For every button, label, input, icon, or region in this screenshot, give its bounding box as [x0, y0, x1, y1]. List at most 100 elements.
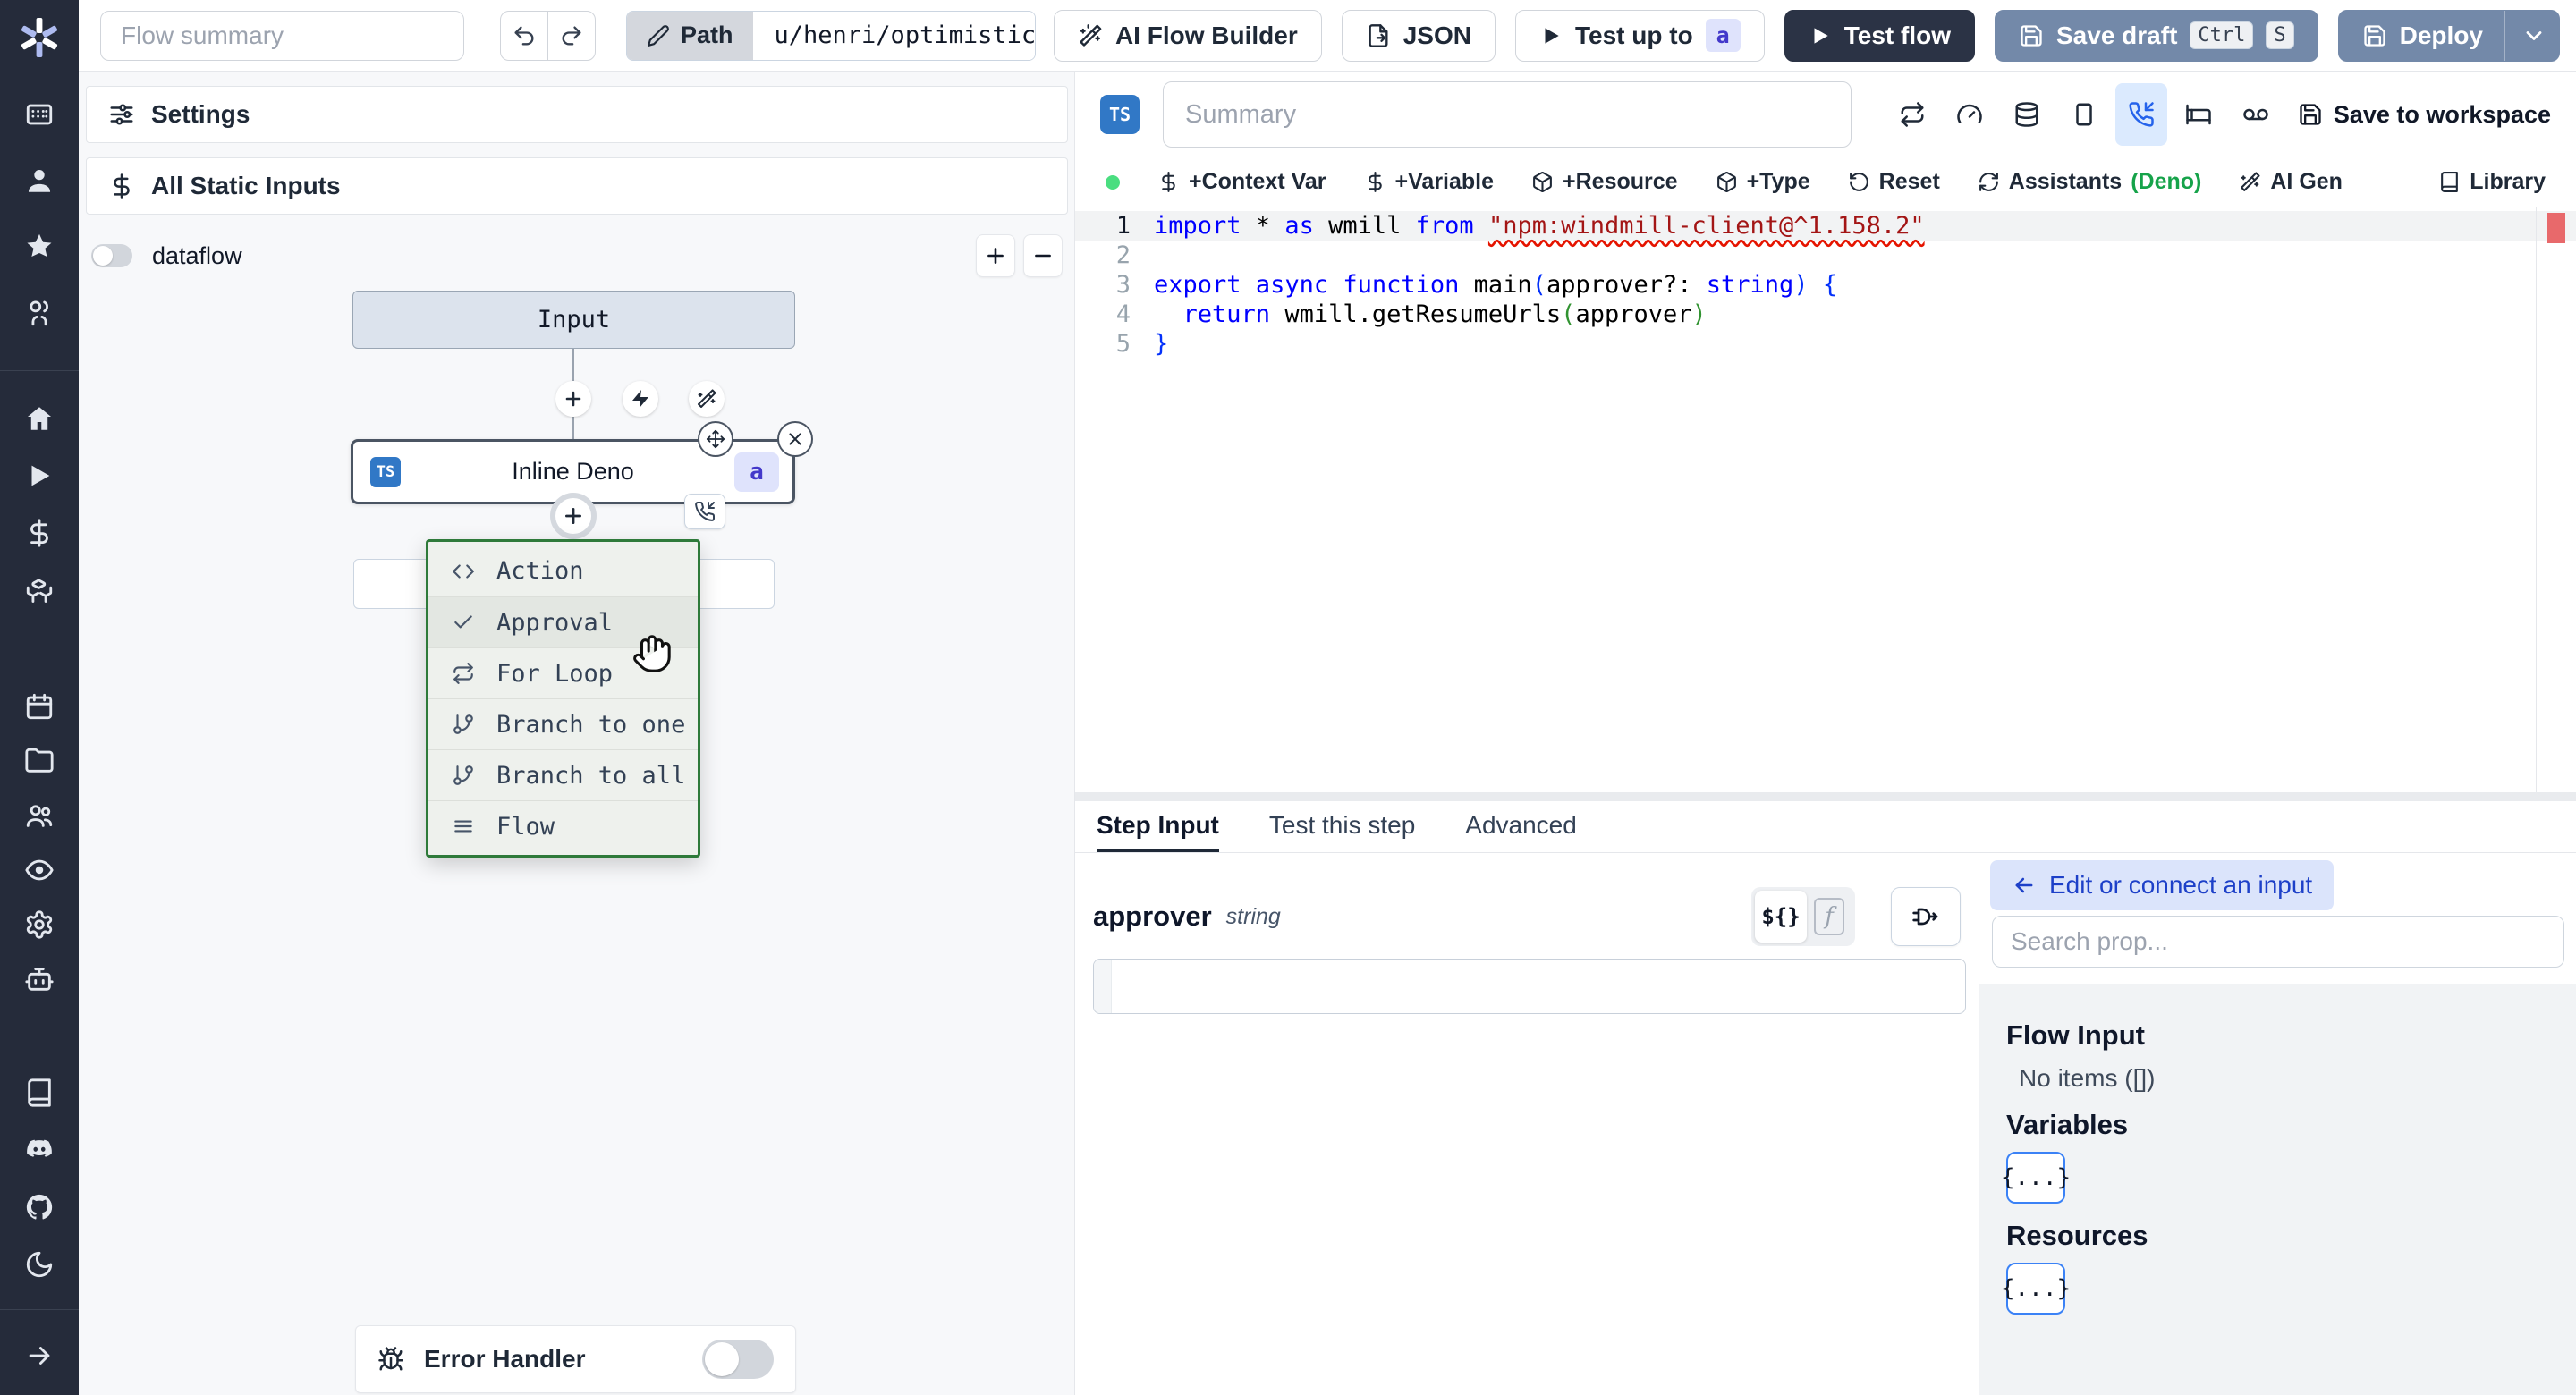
- error-handler-card[interactable]: Error Handler: [355, 1325, 796, 1393]
- menu-item-branch-to-all[interactable]: Branch to all: [428, 749, 698, 800]
- action--type[interactable]: +Type: [1716, 169, 1810, 195]
- menu-item-branch-to-one[interactable]: Branch to one: [428, 698, 698, 749]
- error-handler-toggle[interactable]: [702, 1340, 774, 1379]
- flow-settings-button[interactable]: Settings: [86, 86, 1068, 143]
- action-ai-gen[interactable]: AI Gen: [2239, 169, 2343, 195]
- menu-item-approval[interactable]: Approval: [428, 596, 698, 647]
- typescript-icon: TS: [1100, 95, 1140, 134]
- rail-calendar-button[interactable]: [20, 687, 59, 726]
- rail-moon-button[interactable]: [20, 1245, 59, 1284]
- windmill-logo-icon[interactable]: [18, 14, 61, 57]
- wand-icon: [1080, 23, 1102, 46]
- redo-button[interactable]: [547, 10, 596, 61]
- edit-or-connect-button[interactable]: Edit or connect an input: [1990, 860, 2334, 910]
- code-line-5[interactable]: 5}: [1075, 329, 2576, 359]
- plus-icon: [565, 508, 581, 524]
- save-to-workspace-button[interactable]: Save to workspace: [2298, 101, 2551, 129]
- rail-team-button[interactable]: [20, 293, 59, 333]
- delete-step-button[interactable]: [777, 421, 813, 457]
- apps-icon: [26, 104, 53, 125]
- action-reset[interactable]: Reset: [1848, 169, 1940, 195]
- top-bar: Path u/henri/optimistic_flow AI Flow Bui…: [79, 0, 2576, 72]
- move-step-button[interactable]: [698, 421, 733, 457]
- menu-item-action[interactable]: Action: [428, 545, 698, 596]
- rail-discord-button[interactable]: [20, 1130, 59, 1170]
- input-node[interactable]: Input: [352, 291, 795, 349]
- rail-expand-button[interactable]: [20, 1336, 59, 1375]
- deploy-button[interactable]: Deploy: [2337, 9, 2560, 62]
- rail-play-button[interactable]: [20, 456, 59, 495]
- test-flow-button[interactable]: Test flow: [1784, 9, 1975, 62]
- rail-group-button[interactable]: [20, 796, 59, 835]
- template-mode-button[interactable]: ${}: [1755, 891, 1807, 943]
- add-step-button[interactable]: [550, 493, 597, 539]
- editor-gauge-button[interactable]: [1944, 83, 1996, 146]
- zoom-in-button[interactable]: [976, 234, 1015, 277]
- library-button[interactable]: Library: [2438, 169, 2546, 195]
- search-prop-input[interactable]: [1992, 916, 2564, 968]
- editor-bed-button[interactable]: [2173, 83, 2224, 146]
- rail-boxes-button[interactable]: [20, 571, 59, 610]
- panel-resize-handle[interactable]: [1075, 792, 2576, 801]
- boxes-icon: [26, 579, 53, 603]
- step-summary-input[interactable]: [1163, 81, 1852, 148]
- code-line-2[interactable]: 2: [1075, 241, 2576, 270]
- topbar-actions: AI Flow Builder JSON Test up to a Test f…: [1053, 9, 2560, 62]
- insert-step-button[interactable]: [555, 381, 591, 417]
- action-assistants[interactable]: Assistants (Deno): [1978, 169, 2201, 195]
- chevron-down-icon[interactable]: [2521, 23, 2546, 48]
- menu-item-flow[interactable]: Flow: [428, 800, 698, 851]
- book-icon: [2441, 172, 2459, 192]
- rail-dollar-button[interactable]: [20, 513, 59, 553]
- action--variable[interactable]: +Variable: [1364, 169, 1494, 195]
- menu-item-for-loop[interactable]: For Loop: [428, 647, 698, 698]
- tab-test-this-step[interactable]: Test this step: [1269, 801, 1415, 852]
- rail-user-button[interactable]: [20, 161, 59, 200]
- rail-bot-button[interactable]: [20, 960, 59, 999]
- editor-database-button[interactable]: [2001, 83, 2053, 146]
- zoom-out-button[interactable]: [1023, 234, 1063, 277]
- rail-book-button[interactable]: [20, 1073, 59, 1112]
- resources-object-chip[interactable]: {...}: [2001, 1263, 2071, 1315]
- connect-input-button[interactable]: [1891, 887, 1961, 946]
- rail-star-button[interactable]: [20, 227, 59, 266]
- ai-flow-builder-button[interactable]: AI Flow Builder: [1053, 9, 1322, 62]
- ai-insert-button[interactable]: [689, 381, 724, 417]
- variables-object-chip[interactable]: {...}: [2001, 1152, 2071, 1204]
- code-line-4[interactable]: 4 return wmill.getResumeUrls(approver): [1075, 300, 2576, 329]
- code-line-1[interactable]: 1 import * as wmill from "npm:windmill-cl…: [1075, 211, 2576, 241]
- editor-scrollbar[interactable]: [2536, 207, 2537, 792]
- test-up-to-button[interactable]: Test up to a: [1514, 9, 1765, 62]
- rail-github-button[interactable]: [20, 1188, 59, 1227]
- undo-button[interactable]: [500, 10, 548, 61]
- editor-phone-incoming-button[interactable]: [2114, 83, 2167, 146]
- editor-voicemail-button[interactable]: [2230, 83, 2282, 146]
- path-group[interactable]: Path u/henri/optimistic_flow: [626, 10, 1036, 61]
- trigger-button[interactable]: [623, 381, 658, 417]
- code-line-3[interactable]: 3 export async function main(approver?: s…: [1075, 270, 2576, 300]
- dataflow-toggle[interactable]: [91, 244, 132, 267]
- action--context-var[interactable]: +Context Var: [1157, 169, 1326, 195]
- rail-apps-button[interactable]: [20, 95, 59, 134]
- rail-home-button[interactable]: [20, 399, 59, 438]
- action--resource[interactable]: +Resource: [1531, 169, 1678, 195]
- tab-advanced[interactable]: Advanced: [1465, 801, 1577, 852]
- all-static-inputs-button[interactable]: All Static Inputs: [86, 157, 1068, 215]
- rail-settings-button[interactable]: [20, 905, 59, 944]
- settings-icon: [26, 910, 53, 939]
- save-draft-button[interactable]: Save draft Ctrl S: [1995, 9, 2318, 62]
- rail-folder-button[interactable]: [20, 741, 59, 781]
- flow-summary-input[interactable]: [100, 10, 464, 61]
- rail-eye-button[interactable]: [20, 850, 59, 890]
- json-button[interactable]: JSON: [1341, 9, 1496, 62]
- path-edit-button[interactable]: Path: [627, 11, 753, 60]
- javascript-mode-button[interactable]: f: [1807, 891, 1852, 943]
- tab-step-input[interactable]: Step Input: [1097, 801, 1219, 852]
- editor-square-button[interactable]: [2058, 83, 2110, 146]
- path-value: u/henri/optimistic_flow: [752, 11, 1035, 60]
- team-icon: [30, 300, 48, 326]
- editor-repeat-button[interactable]: [1886, 83, 1938, 146]
- code-editor[interactable]: 1 import * as wmill from "npm:windmill-cl…: [1075, 207, 2576, 792]
- bug-icon: [378, 1347, 403, 1371]
- approver-value-input[interactable]: [1093, 959, 1966, 1014]
